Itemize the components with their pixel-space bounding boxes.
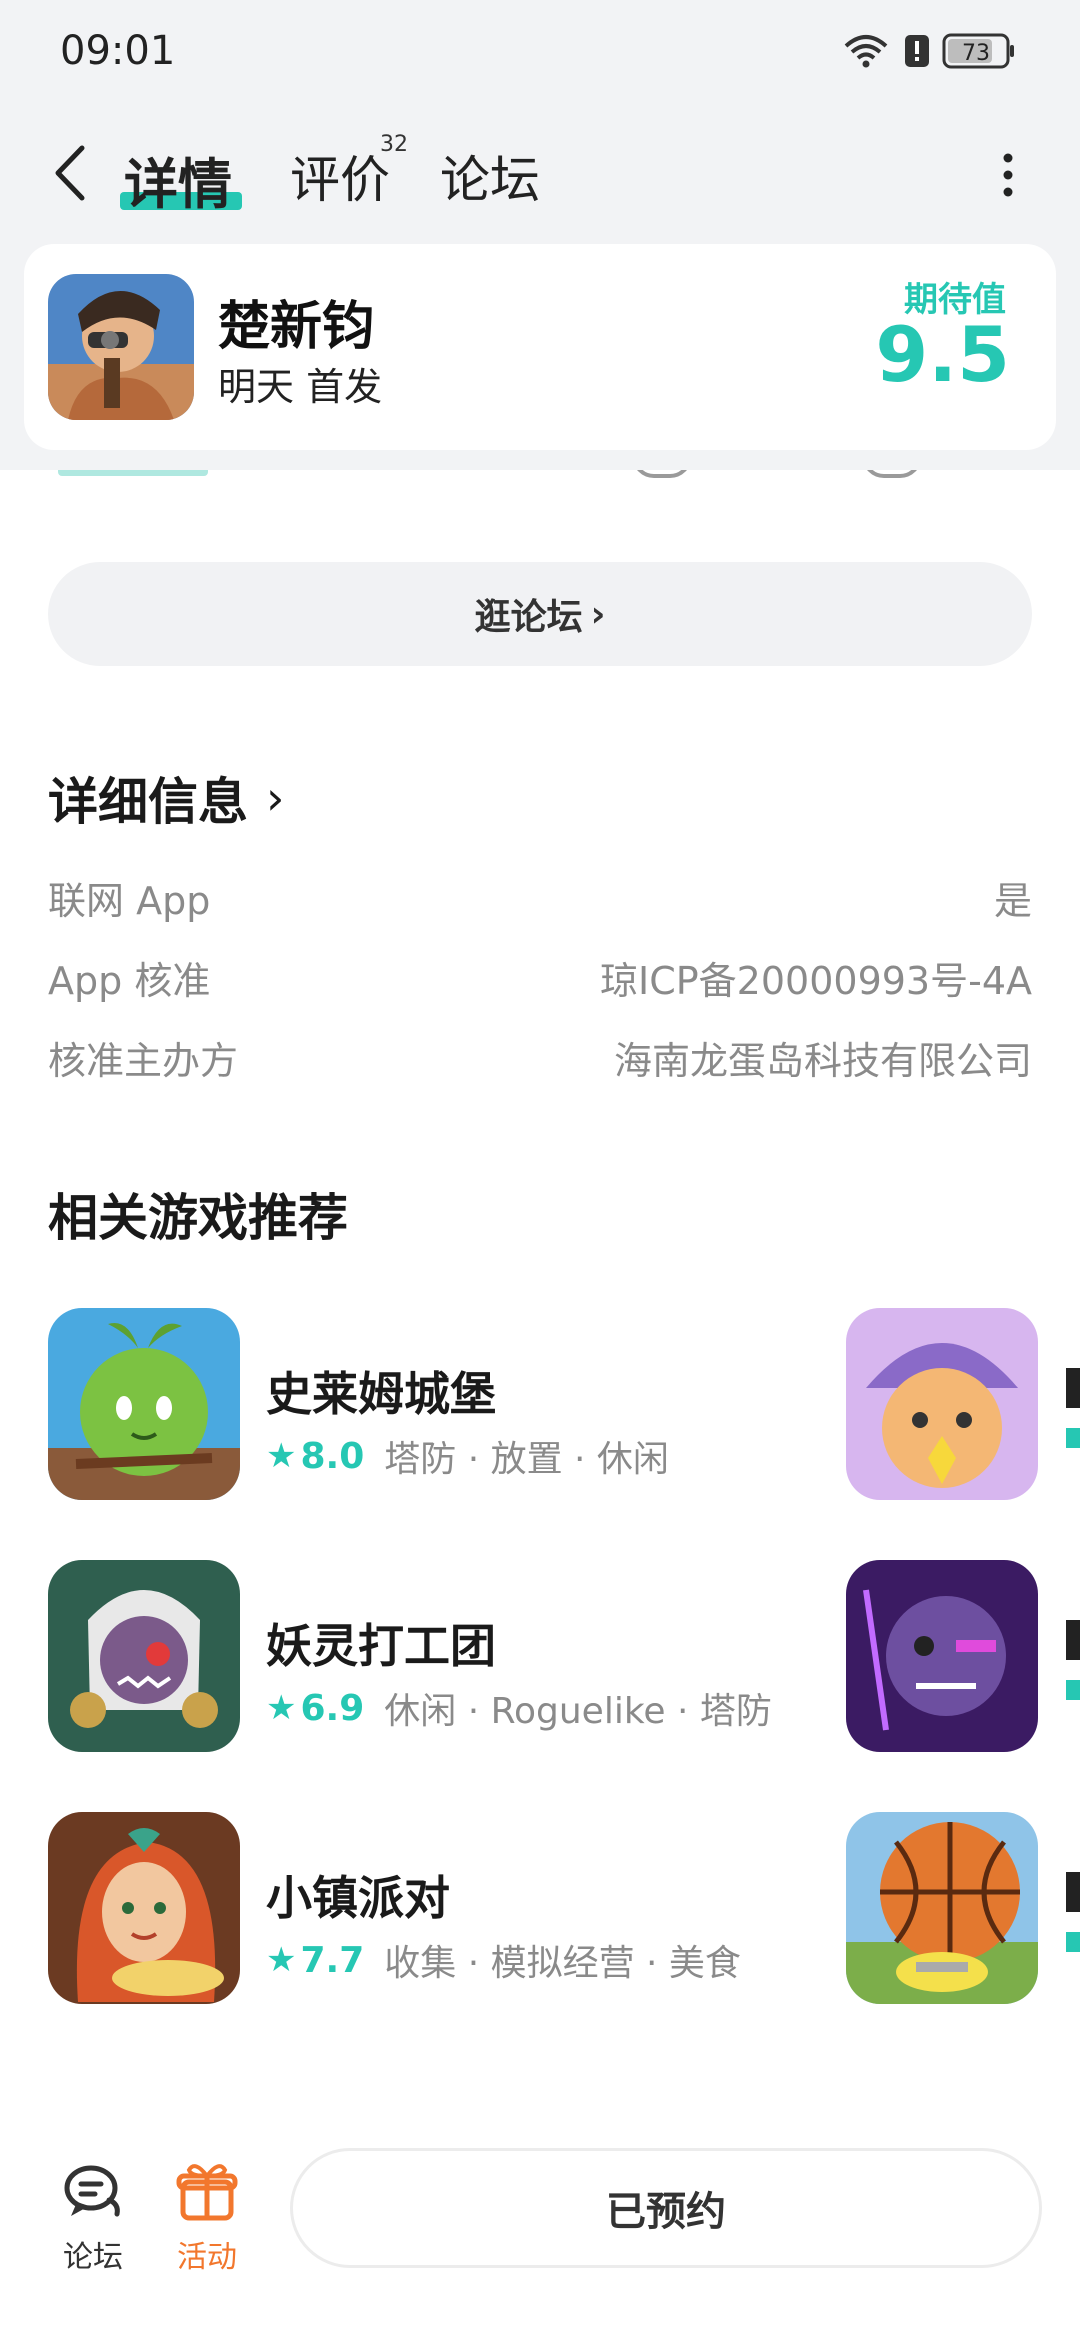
- status-bar: 09:01 73: [0, 0, 1080, 100]
- star-icon: ★: [266, 1688, 297, 1728]
- recommend-tags: 收集 · 模拟经营 · 美食: [384, 1943, 741, 1984]
- recommend-name: 史莱姆城堡: [266, 1367, 496, 1421]
- details-section-title[interactable]: 详细信息 ›: [48, 762, 284, 834]
- bottom-forum-button[interactable]: 论坛: [38, 2160, 148, 2300]
- recommend-item[interactable]: 妖灵打工团 ★ 6.9 休闲 · Roguelike · 塔防: [48, 1560, 828, 1752]
- recommend-name: 小镇派对: [266, 1871, 450, 1925]
- status-time: 09:01: [60, 28, 176, 74]
- battery-level: 73: [962, 41, 990, 66]
- header-zone: 09:01 73 详情 评价 32 论坛 楚新钧 明天 首发 期待值 9.5: [0, 0, 1080, 470]
- purple-alien-game-icon[interactable]: [846, 1560, 1038, 1752]
- chevron-right-icon: ›: [590, 593, 606, 635]
- recommend-score: 8.0: [300, 1435, 365, 1477]
- info-value: 琼ICP备20000993号-4A: [600, 959, 1032, 1003]
- tab-review[interactable]: 评价: [290, 140, 390, 212]
- chat-bubble-icon: [64, 2165, 120, 2217]
- info-key: App 核准: [48, 959, 211, 1003]
- recommend-item[interactable]: 小镇派对 ★ 7.7 收集 · 模拟经营 · 美食: [48, 1812, 828, 2004]
- info-key: 核准主办方: [48, 1039, 239, 1083]
- alert-icon: [905, 35, 929, 67]
- clipped-item-edge: [1066, 1872, 1080, 1952]
- back-arrow-icon[interactable]: [50, 142, 90, 204]
- clipped-item-edge: [1066, 1620, 1080, 1700]
- review-count-badge: 32: [380, 132, 408, 157]
- wifi-icon: [844, 35, 888, 68]
- spirit-work-icon: [48, 1560, 240, 1752]
- chevron-right-icon: ›: [266, 771, 285, 825]
- bottom-forum-label: 论坛: [63, 2240, 123, 2275]
- star-icon: ★: [266, 1940, 297, 1980]
- star-icon: ★: [266, 1436, 297, 1476]
- gift-icon: [176, 2164, 238, 2221]
- info-row-approval: App 核准 琼ICP备20000993号-4A: [48, 950, 1032, 1010]
- details-title: 详细信息: [48, 773, 248, 831]
- info-key: 联网 App: [48, 879, 211, 923]
- recommend-meta: ★ 7.7 收集 · 模拟经营 · 美食: [266, 1934, 741, 1986]
- slime-castle-icon: [48, 1308, 240, 1500]
- tab-forum[interactable]: 论坛: [440, 140, 540, 212]
- battery-icon: 73: [942, 33, 1014, 69]
- more-options-icon[interactable]: [1000, 152, 1016, 198]
- recommend-score: 7.7: [300, 1939, 365, 1981]
- hamster-game-icon[interactable]: [846, 1308, 1038, 1500]
- tab-detail[interactable]: 详情: [124, 140, 232, 219]
- scrolled-row-remnant: [0, 470, 1080, 488]
- bottom-activity-label: 活动: [177, 2240, 237, 2275]
- info-value: 是: [993, 879, 1032, 923]
- clipped-item-edge: [1066, 1368, 1080, 1448]
- remnant-icon-left: [632, 470, 692, 478]
- tab-bar: 详情 评价 32 论坛: [0, 120, 1080, 230]
- town-party-icon: [48, 1812, 240, 2004]
- basketball-game-icon[interactable]: [846, 1812, 1038, 2004]
- game-summary-card: 楚新钧 明天 首发 期待值 9.5: [24, 244, 1056, 450]
- remnant-text: [58, 470, 208, 476]
- browse-forum-label: 逛论坛: [474, 597, 583, 638]
- recommend-meta: ★ 8.0 塔防 · 放置 · 休闲: [266, 1430, 669, 1482]
- bottom-activity-button[interactable]: 活动: [152, 2160, 262, 2300]
- recommend-tags: 休闲 · Roguelike · 塔防: [384, 1691, 772, 1732]
- recommend-section-title: 相关游戏推荐: [48, 1189, 348, 1247]
- recommend-score: 6.9: [300, 1687, 365, 1729]
- recommend-item[interactable]: 史莱姆城堡 ★ 8.0 塔防 · 放置 · 休闲: [48, 1308, 828, 1500]
- recommend-tags: 塔防 · 放置 · 休闲: [384, 1439, 669, 1480]
- game-avatar-icon: [48, 274, 194, 420]
- info-row-sponsor: 核准主办方 海南龙蛋岛科技有限公司: [48, 1030, 1032, 1090]
- recommend-name: 妖灵打工团: [266, 1619, 496, 1673]
- info-row-network: 联网 App 是: [48, 870, 1032, 930]
- info-value: 海南龙蛋岛科技有限公司: [613, 1039, 1032, 1083]
- reserved-button[interactable]: 已预约: [290, 2148, 1042, 2268]
- browse-forum-button[interactable]: 逛论坛 ›: [48, 562, 1032, 666]
- expectation-score: 9.5: [875, 310, 1010, 399]
- game-name: 楚新钧: [218, 297, 375, 357]
- release-info: 明天 首发: [218, 365, 383, 409]
- remnant-icon-right: [862, 470, 922, 478]
- recommend-meta: ★ 6.9 休闲 · Roguelike · 塔防: [266, 1682, 772, 1734]
